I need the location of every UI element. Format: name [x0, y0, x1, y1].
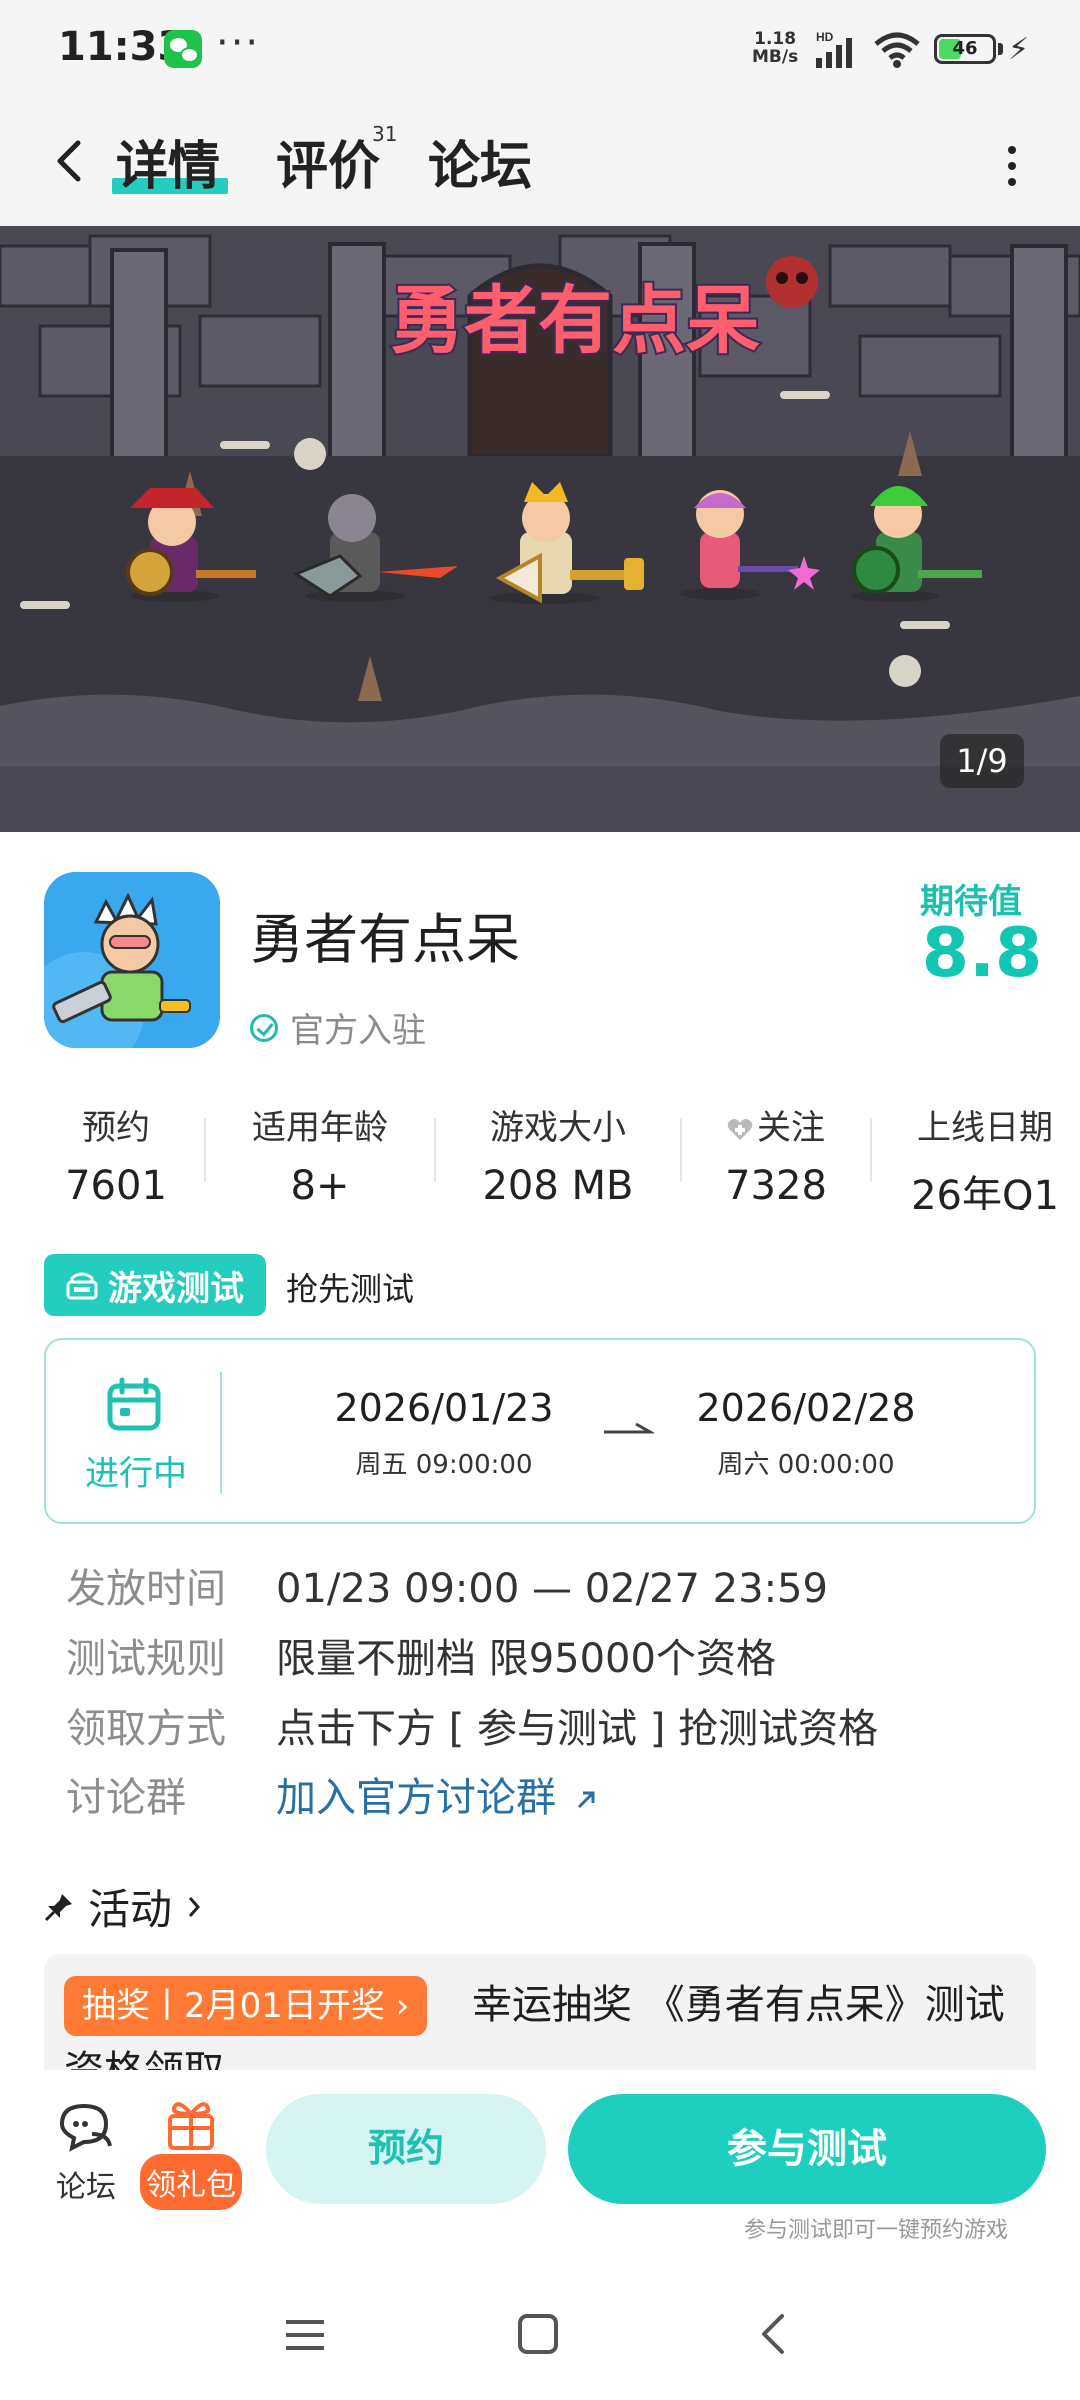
- game-banner[interactable]: 勇者有点呆 1/9: [0, 226, 1080, 832]
- status-bar: 11:33 ··· 1.18 MB/s HD 46 ⚡: [0, 0, 1080, 100]
- network-speed: 1.18 MB/s: [752, 29, 799, 67]
- heart-plus-icon: [727, 1118, 753, 1140]
- test-status: 进行中: [85, 1454, 187, 1494]
- home-icon[interactable]: [516, 2310, 560, 2358]
- gift-icon: [168, 2102, 214, 2150]
- external-link-icon: [577, 1791, 595, 1809]
- calendar-icon: [107, 1377, 161, 1431]
- wechat-icon: [164, 30, 202, 68]
- activity-section-header[interactable]: 活动: [44, 1876, 204, 1937]
- expectation-score: 8.8: [921, 914, 1043, 993]
- nav-back-icon[interactable]: [756, 2310, 792, 2358]
- stat-size: 游戏大小 208 MB: [482, 1108, 634, 1209]
- game-app-icon: [44, 872, 220, 1048]
- banner-page-counter: 1/9: [940, 734, 1024, 788]
- system-nav-bar: [0, 2280, 1080, 2400]
- chevron-right-icon: [188, 1896, 201, 1917]
- activity-title: 幸运抽奖 《勇者有点呆》测试资格领取: [64, 1982, 1005, 2070]
- stats-row: 预约 7601 适用年龄 8+ 游戏大小 208 MB 关注 7328 上线日期…: [0, 1100, 1080, 1210]
- battery-level: 46: [952, 38, 978, 59]
- stat-reservations: 预约 7601: [65, 1108, 167, 1209]
- recent-apps-icon[interactable]: [282, 2312, 328, 2358]
- review-count: 31: [372, 122, 398, 146]
- reserve-button[interactable]: 预约: [266, 2094, 546, 2204]
- tab-review[interactable]: 评价: [276, 124, 380, 199]
- schedule-divider: [220, 1372, 222, 1494]
- test-type-label: 抢先测试: [286, 1270, 415, 1308]
- info-row-claim-method: 领取方式 点击下方 [ 参与测试 ] 抢测试资格: [66, 1706, 879, 1752]
- test-icon: [66, 1272, 98, 1300]
- stat-age: 适用年龄 8+: [252, 1108, 388, 1209]
- forum-button[interactable]: 论坛: [46, 2100, 126, 2206]
- verified-check-icon: [250, 1013, 278, 1042]
- game-test-badge: 游戏测试: [44, 1254, 266, 1316]
- test-schedule-card: 进行中 2026/01/23 周五 09:00:00 2026/02/28 周六…: [44, 1338, 1036, 1524]
- app-header: 详情 评价 31 论坛: [0, 100, 1080, 226]
- battery-icon: 46: [934, 34, 996, 64]
- tab-forum[interactable]: 论坛: [428, 124, 532, 199]
- bottom-action-bar: 论坛 领礼包 预约 参与测试 参与测试即可一键预约游戏: [0, 2070, 1080, 2280]
- more-notifications-icon: ···: [216, 20, 261, 66]
- pin-icon: [44, 1893, 72, 1921]
- battery-cap: [998, 43, 1003, 55]
- join-test-button[interactable]: 参与测试: [568, 2094, 1046, 2204]
- banner-artwork: 勇者有点呆: [0, 226, 1080, 832]
- stat-divider: [434, 1118, 436, 1182]
- join-group-link[interactable]: 加入官方讨论群: [276, 1775, 556, 1821]
- activity-card[interactable]: 抽奖丨2月01日开奖 › 幸运抽奖 《勇者有点呆》测试资格领取: [44, 1954, 1036, 2070]
- back-arrow-icon[interactable]: [48, 133, 96, 189]
- info-row-release-time: 发放时间 01/23 09:00 — 02/27 23:59: [66, 1566, 828, 1612]
- tab-detail[interactable]: 详情: [116, 124, 220, 199]
- stat-divider: [870, 1118, 872, 1182]
- join-test-hint: 参与测试即可一键预约游戏: [744, 2218, 1009, 2243]
- chat-bubble-icon: [59, 2103, 112, 2152]
- game-title: 勇者有点呆: [250, 908, 520, 971]
- end-date: 2026/02/28 周六 00:00:00: [696, 1386, 916, 1480]
- signal-icon: HD: [816, 30, 852, 68]
- stat-follow[interactable]: 关注 7328: [706, 1100, 846, 1209]
- stat-divider: [204, 1118, 206, 1182]
- official-tag: 官方入驻: [250, 1003, 426, 1052]
- info-row-test-rules: 测试规则 限量不删档 限95000个资格: [66, 1636, 776, 1682]
- info-row-discussion: 讨论群 加入官方讨论群: [66, 1765, 597, 1823]
- svg-text:勇者有点呆: 勇者有点呆: [390, 278, 760, 364]
- stat-release-date: 上线日期 26年Q1: [911, 1108, 1059, 1210]
- svg-text:HD: HD: [816, 30, 834, 44]
- wifi-icon: [874, 32, 920, 68]
- start-date: 2026/01/23 周五 09:00:00: [334, 1386, 554, 1480]
- stat-divider: [680, 1118, 682, 1182]
- gift-pack-button[interactable]: 领礼包: [136, 2096, 246, 2210]
- arrow-right-icon: [604, 1422, 654, 1434]
- charging-icon: ⚡: [1008, 32, 1030, 67]
- more-options-icon[interactable]: [1000, 142, 1024, 190]
